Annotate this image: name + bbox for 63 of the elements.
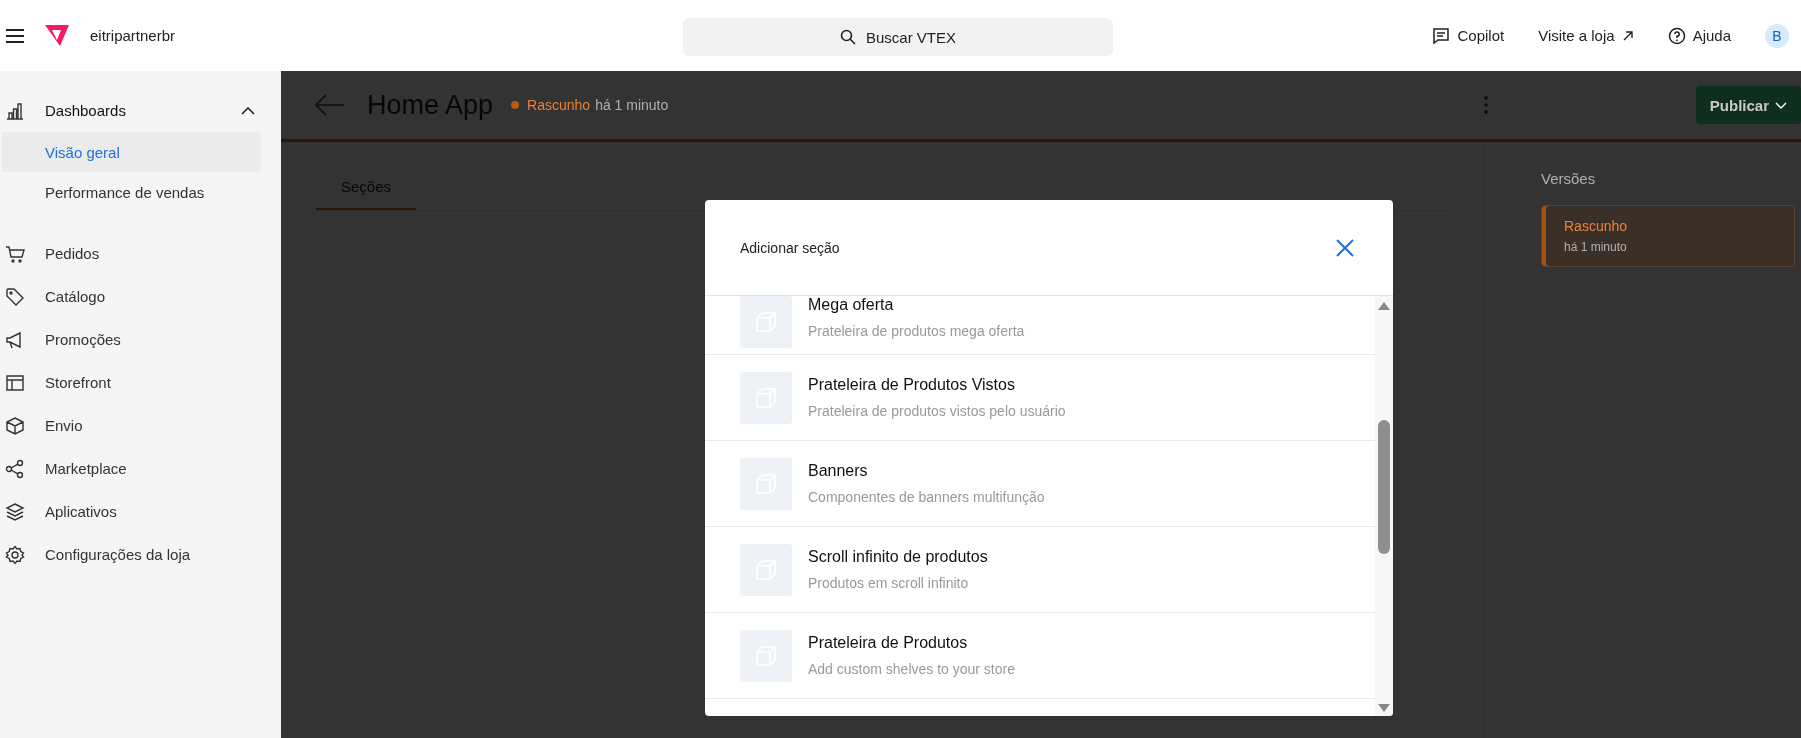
user-avatar[interactable]: B (1765, 23, 1789, 48)
nav-item[interactable]: Dashboards (0, 89, 281, 132)
option-description: Prateleira de produtos mega oferta (808, 323, 1025, 339)
status-label: Rascunho (527, 97, 591, 113)
search-field[interactable]: Buscar VTEX (683, 18, 1113, 56)
layers-icon (5, 501, 25, 522)
header-link[interactable]: Ajuda (1667, 26, 1731, 45)
chat-icon (1432, 26, 1451, 45)
section-option[interactable]: Scroll infinito de produtos Produtos em scroll infinito (705, 527, 1375, 613)
option-description: Componentes de banners multifunção (808, 489, 1045, 505)
option-title: Mega oferta (808, 296, 895, 314)
header-link[interactable]: Visite a loja (1538, 27, 1634, 44)
section-option[interactable]: Mega oferta Prateleira de produtos mega oferta (705, 296, 1375, 355)
caret-icon (1775, 101, 1787, 109)
search-icon (840, 29, 856, 45)
option-title: Scroll infinito de produtos (808, 548, 988, 566)
nav-item[interactable]: Configurações da loja (0, 533, 281, 576)
cube-icon (740, 296, 792, 348)
header-link[interactable]: Copilot (1432, 26, 1505, 45)
nav-item[interactable]: Envio (0, 404, 281, 447)
chart-icon (5, 100, 25, 121)
option-description: Add custom shelves to your store (808, 661, 1015, 677)
status-time: há 1 minuto (595, 97, 669, 113)
option-description: Produtos em scroll infinito (808, 575, 970, 591)
scroll-down-icon[interactable] (1378, 704, 1390, 712)
nav-item[interactable]: Pedidos (0, 232, 281, 275)
option-title: Banners (808, 462, 869, 480)
nav-item[interactable]: Catálogo (0, 275, 281, 318)
logo-icon[interactable] (44, 23, 70, 48)
scroll-up-icon[interactable] (1378, 302, 1390, 310)
menu-icon[interactable] (6, 28, 24, 43)
gear-icon (5, 544, 25, 565)
scrollbar[interactable] (1375, 296, 1393, 716)
external-link-icon (1621, 29, 1634, 42)
publish-button[interactable]: Publicar (1695, 86, 1801, 124)
modal-title: Adicionar seção (740, 239, 840, 256)
layout-icon (5, 372, 25, 393)
section-option[interactable]: Banners Componentes de banners multifunção (705, 441, 1375, 527)
nav-subitem[interactable]: Visão geral (2, 132, 261, 172)
section-option[interactable]: Prateleira de Produtos Vistos Prateleira de produtos vistos pelo usuário (705, 355, 1375, 441)
share-icon (5, 458, 25, 479)
option-title: Prateleira de Produtos Vistos (808, 376, 1016, 394)
box-icon (5, 415, 25, 436)
scrollbar-thumb[interactable] (1378, 420, 1390, 554)
version-label: Rascunho (1564, 218, 1629, 234)
nav-item[interactable]: Aplicativos (0, 490, 281, 533)
tag-icon (5, 286, 25, 307)
help-icon (1667, 26, 1686, 45)
nav-subitem[interactable]: Performance de vendas (2, 172, 261, 212)
option-title: Prateleira de Produtos (808, 634, 969, 652)
account-name: eitripartnerbr (90, 27, 176, 44)
status-dot (511, 101, 520, 109)
version-card[interactable]: Rascunho há 1 minuto (1541, 205, 1795, 267)
version-time: há 1 minuto (1564, 240, 1628, 254)
nav-item[interactable]: Promoções (0, 318, 281, 361)
option-description: Prateleira de produtos vistos pelo usuário (808, 403, 1066, 419)
nav-item[interactable]: Marketplace (0, 447, 281, 490)
cart-icon (5, 243, 25, 264)
close-icon[interactable] (1335, 237, 1355, 258)
section-option[interactable]: Prateleira de Produtos Add custom shelves to your store (705, 613, 1375, 699)
nav-item[interactable]: Storefront (0, 361, 281, 404)
versions-title: Versões (1541, 170, 1597, 187)
search-placeholder: Buscar VTEX (866, 28, 956, 46)
